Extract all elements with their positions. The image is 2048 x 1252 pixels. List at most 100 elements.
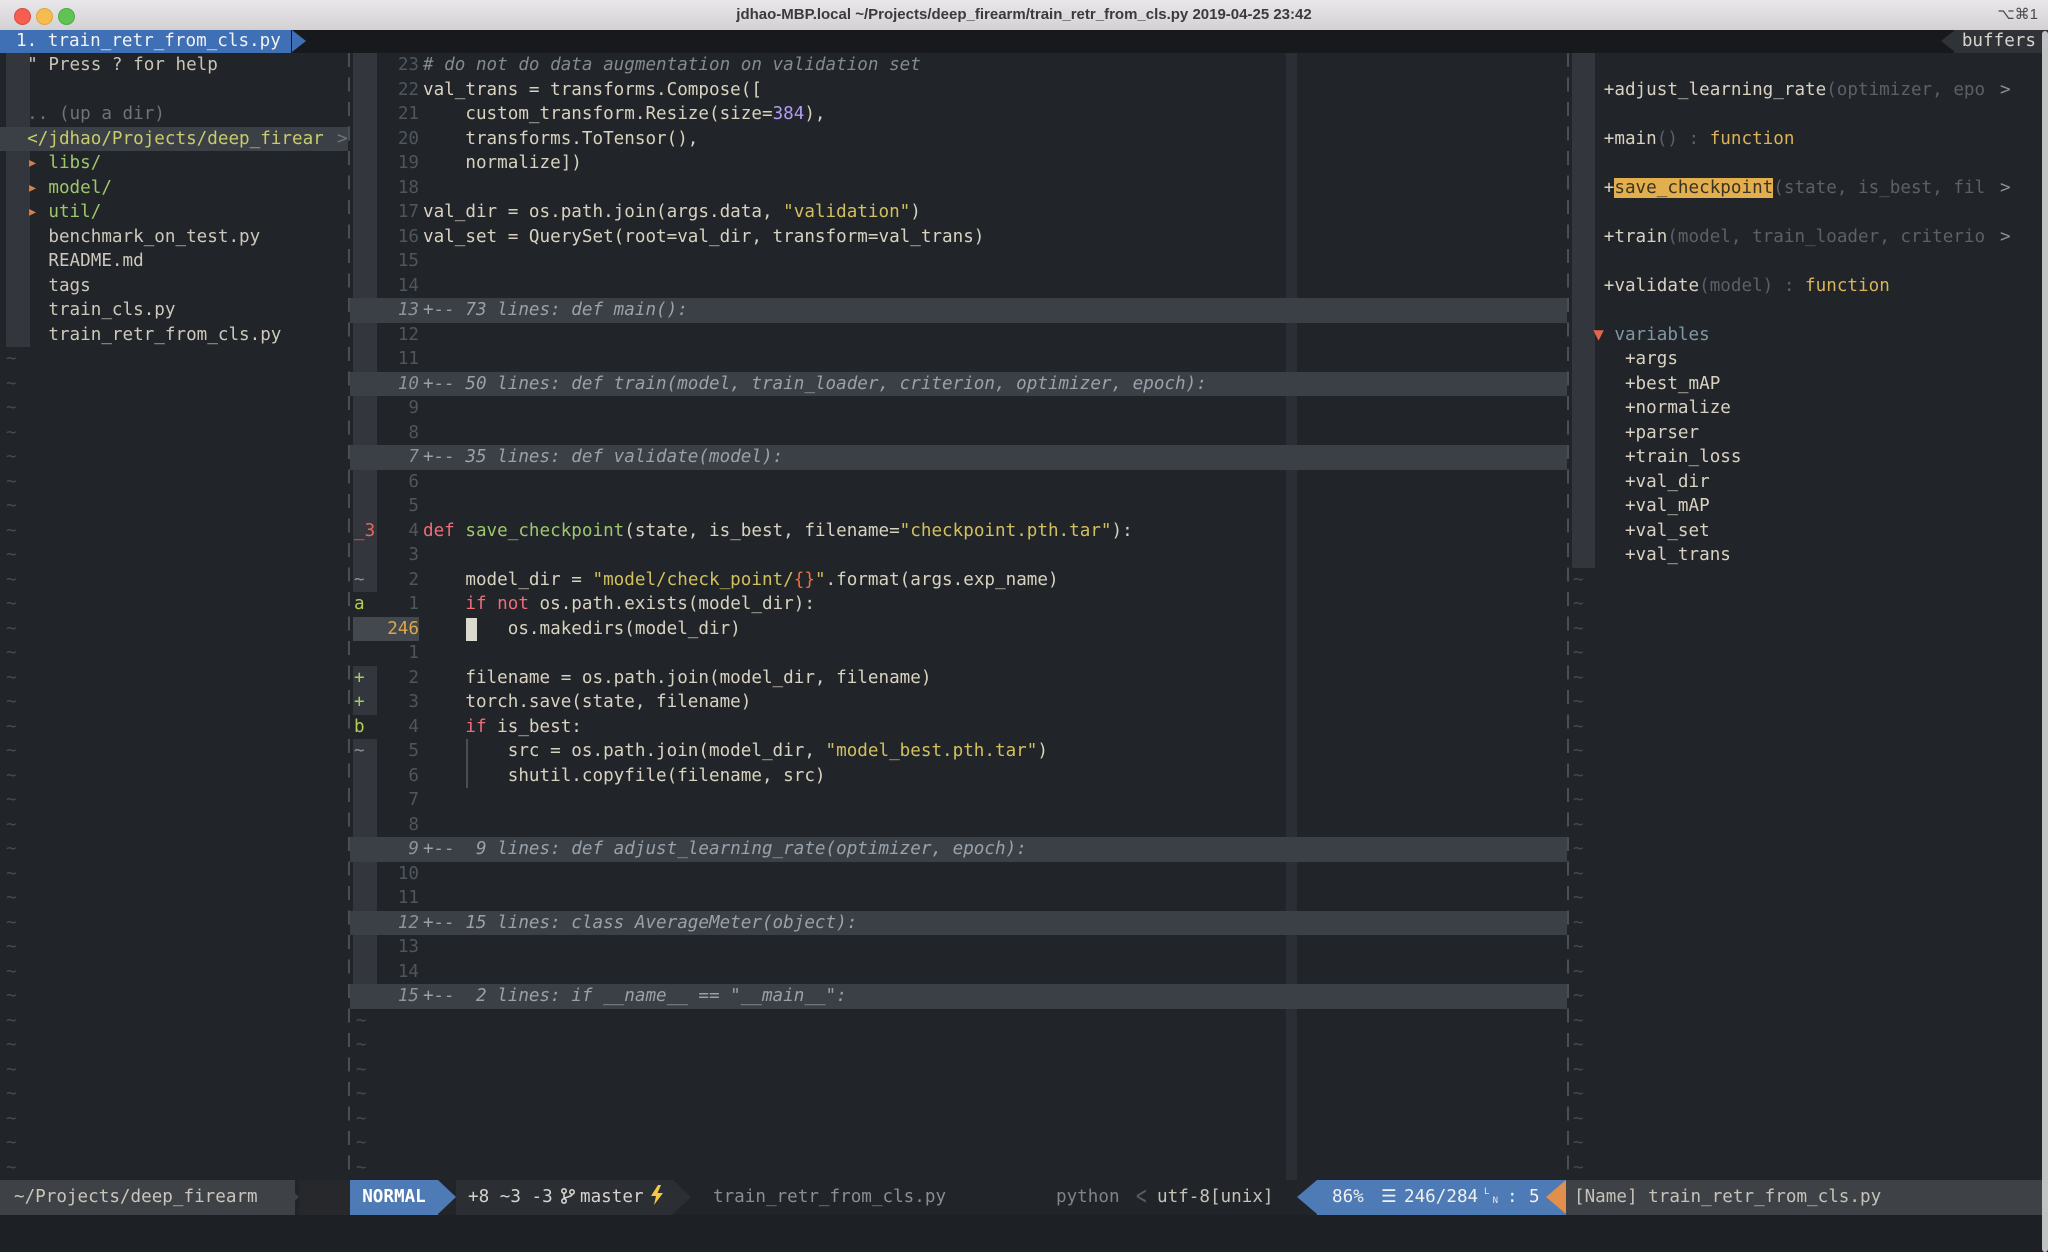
mode-indicator: NORMAL bbox=[350, 1180, 438, 1215]
tag-item[interactable]: +args bbox=[0, 347, 2048, 372]
tagbar-statusline: [Name] train_retr_from_cls.py bbox=[1566, 1180, 2048, 1215]
tagbar-filler-line: ~ bbox=[0, 1058, 2048, 1083]
statusline-encoding: utf-8[unix] bbox=[1157, 1180, 1274, 1215]
tag-item[interactable]: +normalize bbox=[0, 396, 2048, 421]
scroll-percent: 86% bbox=[1332, 1180, 1364, 1215]
powerline-arrow-left bbox=[1297, 1180, 1317, 1214]
tagbar-filler-line: ~ bbox=[0, 1033, 2048, 1058]
tag-item[interactable]: +val_set bbox=[0, 519, 2048, 544]
end-of-buffer-tilde: ~ bbox=[1573, 984, 1584, 1009]
statusline-filler bbox=[299, 1180, 350, 1215]
end-of-buffer-tilde: ~ bbox=[1573, 739, 1584, 764]
tagbar-filler-line: ~ bbox=[0, 592, 2048, 617]
statusline-filename: train_retr_from_cls.py bbox=[713, 1180, 946, 1215]
end-of-buffer-tilde: ~ bbox=[1573, 1156, 1584, 1181]
powerline-arrow bbox=[281, 1180, 299, 1214]
tag-item[interactable]: +val_trans bbox=[0, 543, 2048, 568]
end-of-buffer-tilde: ~ bbox=[1573, 1009, 1584, 1034]
end-of-buffer-tilde: ~ bbox=[1573, 935, 1584, 960]
statusline-position-section: 86% ☰ 246/284 LN : 5 bbox=[1317, 1180, 1566, 1215]
end-of-buffer-tilde: ~ bbox=[1573, 617, 1584, 642]
tagbar-filler-line: ~ bbox=[0, 641, 2048, 666]
tagbar-filler-line: ~ bbox=[0, 813, 2048, 838]
tagbar-filler-line: ~ bbox=[0, 1082, 2048, 1107]
vim-tabline: 1. train_retr_from_cls.py buffers bbox=[0, 30, 2048, 53]
tagbar-filler-line: ~ bbox=[0, 935, 2048, 960]
end-of-buffer-tilde: ~ bbox=[1573, 960, 1584, 985]
tag-item[interactable]: +main() : function bbox=[0, 127, 2048, 152]
macos-titlebar: jdhao-MBP.local ~/Projects/deep_firearm/… bbox=[0, 0, 2048, 31]
tagbar-filler-line: ~ bbox=[0, 1107, 2048, 1132]
buffers-label[interactable]: buffers bbox=[1954, 30, 2048, 53]
tagbar-filler-line: ~ bbox=[0, 862, 2048, 887]
lightning-icon bbox=[648, 1180, 666, 1215]
end-of-buffer-tilde: ~ bbox=[1573, 764, 1584, 789]
end-of-buffer-tilde: ~ bbox=[1573, 641, 1584, 666]
tag-item[interactable] bbox=[0, 102, 2048, 127]
powerline-arrow bbox=[673, 1180, 691, 1214]
statusline-filetype: python bbox=[1056, 1180, 1120, 1215]
line-position: 246/284 bbox=[1404, 1180, 1478, 1215]
window-shortcut-badge: ⌥⌘1 bbox=[1997, 0, 2038, 30]
end-of-buffer-tilde: ~ bbox=[1573, 911, 1584, 936]
end-of-buffer-tilde: ~ bbox=[1573, 1131, 1584, 1156]
tag-item[interactable] bbox=[0, 151, 2048, 176]
tag-item[interactable] bbox=[0, 249, 2048, 274]
end-of-buffer-tilde: ~ bbox=[1573, 1058, 1584, 1083]
end-of-buffer-tilde: ~ bbox=[1573, 1082, 1584, 1107]
command-line bbox=[0, 1215, 2048, 1252]
powerline-arrow bbox=[438, 1180, 456, 1214]
tag-item[interactable] bbox=[0, 200, 2048, 225]
tagbar-filler-line: ~ bbox=[0, 690, 2048, 715]
end-of-buffer-tilde: ~ bbox=[1573, 568, 1584, 593]
end-of-buffer-tilde: ~ bbox=[1573, 715, 1584, 740]
window-title: jdhao-MBP.local ~/Projects/deep_firearm/… bbox=[0, 0, 2048, 30]
status-bar: ~/Projects/deep_firearm NORMAL +8 ~3 -3 … bbox=[0, 1180, 2048, 1215]
tagbar-filler-line: ~ bbox=[0, 984, 2048, 1009]
tag-item[interactable]: +train_loss bbox=[0, 445, 2048, 470]
terminal-scrollbar[interactable] bbox=[2042, 31, 2048, 1252]
tag-item[interactable]: ▼ variables bbox=[0, 323, 2048, 348]
tag-item[interactable]: +val_dir bbox=[0, 470, 2048, 495]
end-of-buffer-tilde: ~ bbox=[1573, 837, 1584, 862]
tag-item[interactable]: +best_mAP bbox=[0, 372, 2048, 397]
list-symbol: ☰ bbox=[1381, 1180, 1397, 1215]
tagbar-filler-line: ~ bbox=[0, 568, 2048, 593]
tagbar-filler-line: ~ bbox=[0, 1131, 2048, 1156]
end-of-buffer-tilde: ~ bbox=[1573, 690, 1584, 715]
tab-arrow-separator bbox=[292, 30, 306, 52]
column-number: 5 bbox=[1529, 1180, 1540, 1215]
powerline-arrow-orange bbox=[1546, 1180, 1566, 1214]
tag-item[interactable]: +adjust_learning_rate(optimizer, epo> bbox=[0, 78, 2048, 103]
tag-item[interactable]: +parser bbox=[0, 421, 2048, 446]
tagbar-filler-line: ~ bbox=[0, 666, 2048, 691]
tagbar-filler-line: ~ bbox=[0, 960, 2048, 985]
end-of-buffer-tilde: ~ bbox=[1573, 886, 1584, 911]
terminal-window: jdhao-MBP.local ~/Projects/deep_firearm/… bbox=[0, 0, 2048, 1252]
tagbar-filler-line: ~ bbox=[0, 617, 2048, 642]
end-of-buffer-tilde: ~ bbox=[1573, 592, 1584, 617]
tagbar-filler-line: ~ bbox=[0, 1009, 2048, 1034]
tagbar-filler-line: ~ bbox=[0, 837, 2048, 862]
end-of-buffer-tilde: ~ bbox=[1573, 862, 1584, 887]
tagbar-filler-line: ~ bbox=[0, 886, 2048, 911]
tag-item[interactable]: +validate(model) : function bbox=[0, 274, 2048, 299]
end-of-buffer-tilde: ~ bbox=[1573, 813, 1584, 838]
statusline-git-section: +8 ~3 -3 master bbox=[456, 1180, 673, 1215]
git-hunks: +8 ~3 -3 bbox=[468, 1180, 553, 1215]
position-colon: : bbox=[1507, 1180, 1518, 1215]
end-of-buffer-tilde: ~ bbox=[1573, 666, 1584, 691]
tag-item[interactable] bbox=[0, 53, 2048, 78]
tagbar-filler-line: ~ bbox=[0, 739, 2048, 764]
linenr-glyph: LN bbox=[1484, 1187, 1498, 1207]
tag-item[interactable]: +save_checkpoint(state, is_best, fil> bbox=[0, 176, 2048, 201]
end-of-buffer-tilde: ~ bbox=[1573, 1107, 1584, 1132]
tab-active[interactable]: 1. train_retr_from_cls.py bbox=[0, 30, 291, 53]
tag-item[interactable]: +val_mAP bbox=[0, 494, 2048, 519]
tagbar-filler-line: ~ bbox=[0, 764, 2048, 789]
tagbar-filler-line: ~ bbox=[0, 1156, 2048, 1181]
tagbar-filler-line: ~ bbox=[0, 911, 2048, 936]
tag-item[interactable] bbox=[0, 298, 2048, 323]
git-branch-name: master bbox=[580, 1180, 644, 1215]
tag-item[interactable]: +train(model, train_loader, criterio> bbox=[0, 225, 2048, 250]
